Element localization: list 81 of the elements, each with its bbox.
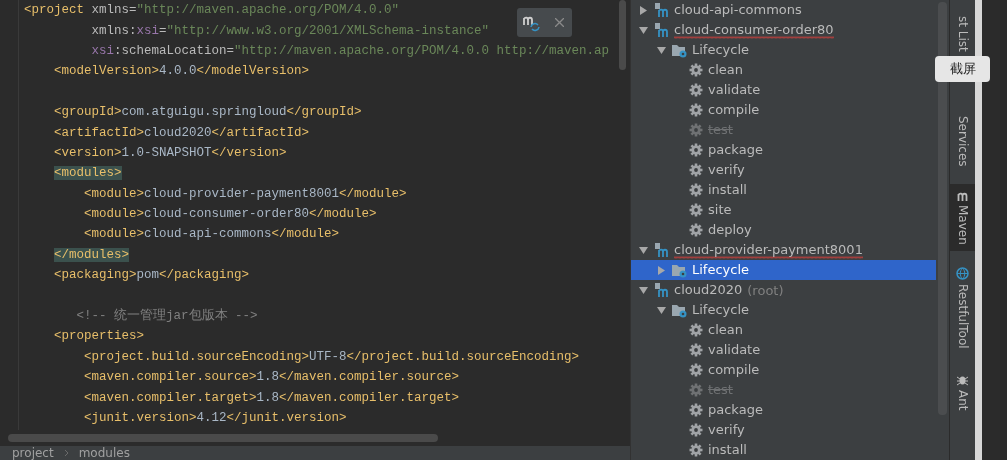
gear-icon xyxy=(689,383,703,397)
scrollbar-thumb[interactable] xyxy=(8,434,438,442)
expand-arrow-icon[interactable] xyxy=(638,5,648,15)
code-line: <module>cloud-api-commons</module> xyxy=(83,226,340,243)
breadcrumb[interactable]: modules xyxy=(78,446,130,460)
lifecycle-row[interactable]: Lifecycle xyxy=(631,260,936,280)
code-line: <packaging>pom</packaging> xyxy=(53,267,250,284)
phase-label[interactable]: package xyxy=(708,401,763,419)
phase-label[interactable]: verify xyxy=(708,421,745,439)
module-name[interactable]: cloud2020 xyxy=(674,281,743,299)
folder-gear-icon xyxy=(671,262,687,278)
phase-label[interactable]: validate xyxy=(708,341,761,359)
breadcrumb[interactable]: project xyxy=(12,446,54,460)
code-line: <maven.compiler.target>1.8</maven.compiler.target> xyxy=(83,389,460,406)
tool-window-tab[interactable]: RestfulTool xyxy=(950,261,975,355)
gear-icon xyxy=(689,183,703,197)
lifecycle-label: Lifecycle xyxy=(692,301,750,319)
module-name[interactable]: cloud-consumer-order80 xyxy=(674,21,834,39)
gear-icon xyxy=(689,223,703,237)
module-name[interactable]: cloud-api-commons xyxy=(674,1,802,19)
gear-icon xyxy=(689,83,703,97)
lifecycle-label: Lifecycle xyxy=(692,41,750,59)
gear-icon xyxy=(689,203,703,217)
phase-label[interactable]: package xyxy=(708,141,763,159)
code-line: xmlns:xsi="http://www.w3.org/2001/XMLSchema-instance" xyxy=(90,22,490,39)
gear-icon xyxy=(689,423,703,437)
maven-module-icon xyxy=(653,242,669,258)
globe-icon xyxy=(956,267,969,281)
phase-label[interactable]: install xyxy=(708,181,747,199)
scrollbar-thumb[interactable] xyxy=(619,0,626,70)
phase-label[interactable]: compile xyxy=(708,361,760,379)
phase-label[interactable]: clean xyxy=(708,61,743,79)
lifecycle-label: Lifecycle xyxy=(692,261,750,279)
phase-label[interactable]: verify xyxy=(708,161,745,179)
maven-m-icon xyxy=(956,190,969,202)
gear-icon xyxy=(689,123,703,137)
code-line: <properties> xyxy=(53,328,145,345)
gear-icon xyxy=(689,143,703,157)
chevron-icon xyxy=(63,449,69,457)
phase-label[interactable]: site xyxy=(708,201,732,219)
gear-icon xyxy=(689,163,703,177)
lifecycle-row[interactable]: Lifecycle xyxy=(631,300,936,320)
code-line: <module>cloud-provider-payment8001</module> xyxy=(83,185,407,202)
code-line: <artifactId>cloud2020</artifactId> xyxy=(53,124,310,141)
folder-gear-icon xyxy=(671,302,687,318)
gear-icon xyxy=(689,363,703,377)
gear-icon xyxy=(689,63,703,77)
code-line: <junit.version>4.12</junit.version> xyxy=(83,410,347,426)
tool-window-tab[interactable]: Services xyxy=(950,109,975,173)
code-line: <module>cloud-consumer-order80</module> xyxy=(83,206,377,223)
code-line: xsi:schemaLocation="http://maven.apache.org/POM/4.0.0 http://maven.ap xyxy=(90,42,610,59)
maven-module-icon xyxy=(653,22,669,38)
gear-icon xyxy=(689,343,703,357)
folder-gear-icon xyxy=(671,42,687,58)
code-line: <modelVersion>4.0.0</modelVersion> xyxy=(53,63,310,80)
phase-label[interactable]: compile xyxy=(708,101,760,119)
lifecycle-row[interactable]: Lifecycle xyxy=(631,40,936,60)
collapse-arrow-icon[interactable] xyxy=(638,245,648,255)
code-line: <version>1.0-SNAPSHOT</version> xyxy=(53,144,287,161)
phase-label[interactable]: deploy xyxy=(708,221,752,239)
tooltip: 截屏 xyxy=(935,56,990,82)
code-line: <project xmlns="http://maven.apache.org/POM/4.0.0" xyxy=(24,2,400,19)
tool-window-tab[interactable]: st List xyxy=(950,10,975,58)
gear-icon xyxy=(689,103,703,117)
gear-icon xyxy=(689,403,703,417)
gear-icon xyxy=(689,323,703,337)
gear-icon xyxy=(689,443,703,457)
maven-module-icon xyxy=(653,2,669,18)
code-line: <groupId>com.atguigu.springloud</groupId> xyxy=(53,104,362,121)
maven-module-icon xyxy=(653,282,669,298)
code-line: <project.build.sourceEncoding>UTF-8</project.build.sourceEncoding> xyxy=(83,348,580,365)
phase-label[interactable]: clean xyxy=(708,321,743,339)
scrollbar-thumb[interactable] xyxy=(938,2,947,415)
root-label: (root) xyxy=(747,282,784,298)
tool-window-tab[interactable]: Maven xyxy=(950,184,975,252)
module-name[interactable]: cloud-provider-payment8001 xyxy=(674,241,863,259)
close-icon xyxy=(554,18,564,27)
tool-window-tab[interactable]: Ant xyxy=(950,366,975,417)
phase-label[interactable]: install xyxy=(708,441,747,459)
phase-label[interactable]: validate xyxy=(708,81,761,99)
code-line: <maven.compiler.source>1.8</maven.compiler.source> xyxy=(83,369,460,386)
